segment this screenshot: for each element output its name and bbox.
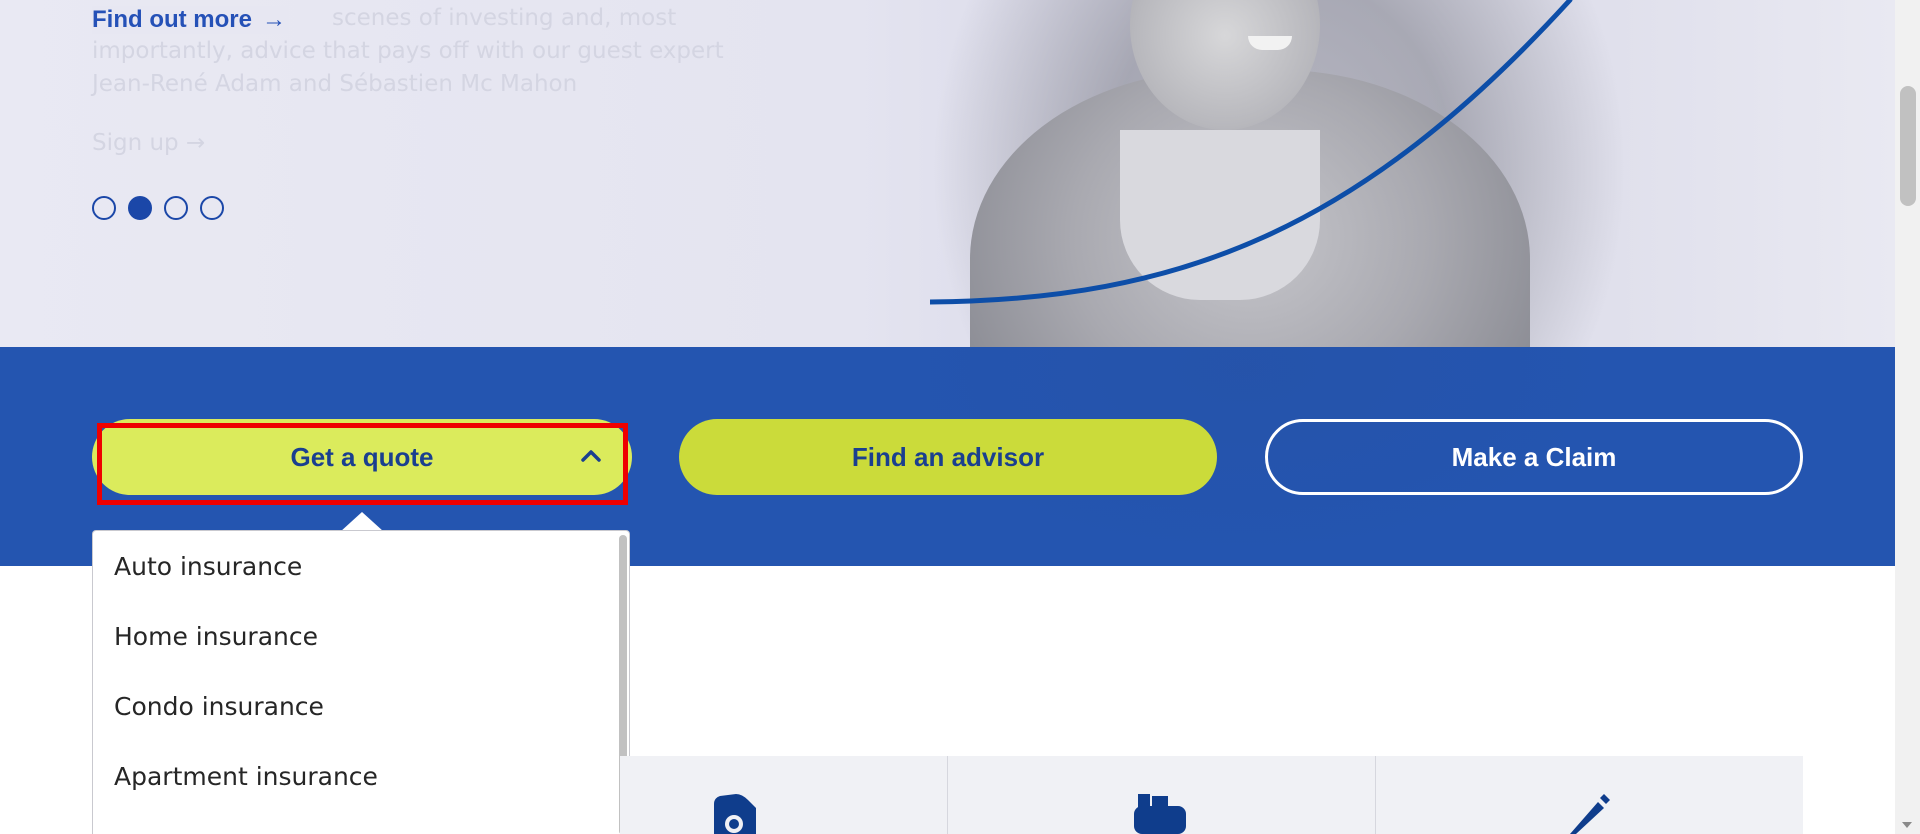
service-card-3[interactable] (1376, 756, 1803, 834)
quote-dropdown-menu: Auto insurance Home insurance Condo insu… (92, 530, 630, 834)
faded-signup-link: Sign up → (92, 130, 206, 156)
mailbox-icon (1132, 794, 1188, 834)
pencil-icon (1554, 794, 1610, 834)
make-a-claim-label: Make a Claim (1451, 441, 1617, 472)
scroll-down-arrow-icon[interactable] (1902, 822, 1912, 828)
find-out-more-link[interactable]: Find out more → (92, 6, 306, 34)
find-an-advisor-label: Find an advisor (851, 441, 1045, 472)
carousel-dot-3[interactable] (164, 196, 188, 220)
make-a-claim-button[interactable]: Make a Claim (1265, 419, 1803, 495)
find-an-advisor-button[interactable]: Find an advisor (679, 419, 1217, 495)
menu-item-auto-insurance[interactable]: Auto insurance (93, 531, 629, 601)
service-cards-row (620, 756, 1803, 834)
carousel-dot-4[interactable] (200, 196, 224, 220)
menu-item-apartment-insurance[interactable]: Apartment insurance (93, 741, 629, 811)
tag-search-icon (708, 794, 760, 834)
hero-banner: scenes of investing and, most importantl… (0, 0, 1895, 347)
selection-highlight (97, 423, 628, 505)
page-scrollbar-thumb[interactable] (1900, 86, 1916, 206)
arrow-right-icon: → (261, 6, 286, 33)
page-scrollbar[interactable] (1895, 0, 1920, 834)
menu-item-home-insurance[interactable]: Home insurance (93, 601, 629, 671)
faded-line-2: importantly, advice that pays off with o… (92, 38, 724, 64)
hero-photo (930, 0, 1630, 347)
carousel-dots (92, 196, 224, 220)
growth-curve-graphic (930, 0, 1573, 305)
carousel-dot-2[interactable] (128, 196, 152, 220)
faded-line-1: scenes of investing and, most (332, 5, 677, 31)
carousel-dot-1[interactable] (92, 196, 116, 220)
service-card-2[interactable] (948, 756, 1376, 834)
service-card-1[interactable] (620, 756, 948, 834)
find-out-more-label: Find out more (92, 6, 252, 33)
faded-line-3: Jean-René Adam and Sébastien Mc Mahon (92, 71, 578, 97)
dropdown-caret (340, 512, 384, 532)
menu-item-condo-insurance[interactable]: Condo insurance (93, 671, 629, 741)
